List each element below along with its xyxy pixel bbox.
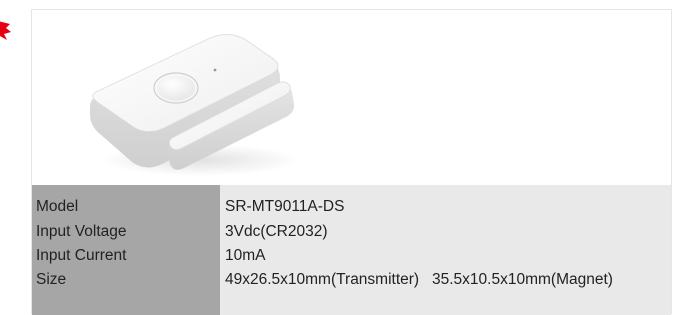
door-window-sensor-image xyxy=(90,34,300,176)
product-spec-card: Model SR-MT9011A-DS Input Voltage 3Vdc(CR20… xyxy=(31,9,672,315)
spec-row: Input Voltage 3Vdc(CR2032) xyxy=(32,221,671,246)
spec-label: Input Current xyxy=(32,245,220,270)
product-image-area xyxy=(32,10,671,185)
spec-label: Model xyxy=(32,185,220,222)
spec-value: SR-MT9011A-DS xyxy=(220,185,671,222)
spec-label: Input Voltage xyxy=(32,221,220,246)
spec-value: 3Vdc(CR2032) xyxy=(220,221,671,246)
spec-value: 10mA xyxy=(220,245,671,270)
spec-value: 49x26.5x10mm(Transmitter) 35.5x10.5x10mm… xyxy=(220,269,671,315)
spec-row: Model SR-MT9011A-DS xyxy=(32,185,671,222)
spec-label: Size xyxy=(32,269,220,315)
page: Model SR-MT9011A-DS Input Voltage 3Vdc(CR20… xyxy=(0,0,681,315)
spec-row: Size 49x26.5x10mm(Transmitter) 35.5x10.5x… xyxy=(32,269,671,315)
red-badge-icon xyxy=(0,21,11,40)
spec-row: Input Current 10mA xyxy=(32,245,671,270)
spec-table: Model SR-MT9011A-DS Input Voltage 3Vdc(CR20… xyxy=(32,185,671,315)
